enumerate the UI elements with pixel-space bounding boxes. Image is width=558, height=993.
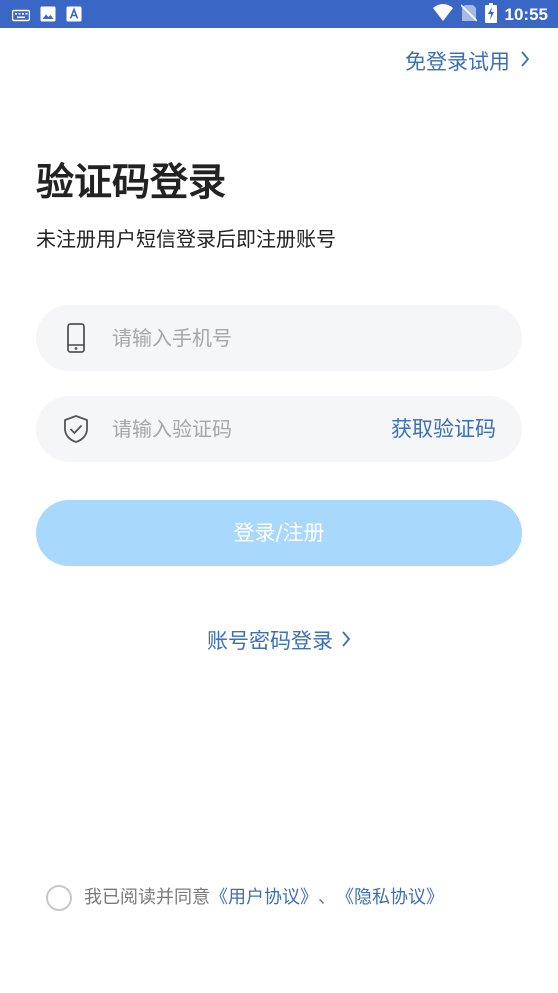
status-bar-time: 10:55 bbox=[504, 5, 548, 24]
text-a-icon bbox=[66, 6, 82, 26]
user-agreement-link[interactable]: 《用户协议》 bbox=[210, 884, 318, 912]
phone-icon bbox=[62, 323, 90, 353]
page-title: 验证码登录 bbox=[36, 160, 227, 204]
agreement-checkbox[interactable] bbox=[46, 885, 72, 911]
status-bar-system: 10:55 bbox=[432, 3, 548, 27]
status-bar-notifications bbox=[11, 6, 82, 26]
agreement-prefix: 我已阅读并同意 bbox=[84, 887, 210, 908]
wifi-icon bbox=[432, 4, 453, 26]
no-sim-icon bbox=[459, 4, 478, 26]
keyboard-icon bbox=[11, 7, 31, 26]
login-register-button[interactable]: 登录/注册 bbox=[36, 500, 522, 566]
image-icon bbox=[40, 6, 56, 26]
trial-without-login-link[interactable]: 免登录试用 bbox=[405, 46, 530, 76]
password-login-label: 账号密码登录 bbox=[207, 629, 333, 653]
page-subtitle: 未注册用户短信登录后即注册账号 bbox=[36, 227, 336, 251]
password-login-row: 账号密码登录 bbox=[0, 626, 558, 656]
verification-code-field: 获取验证码 bbox=[36, 396, 522, 462]
phone-field bbox=[36, 305, 522, 371]
chevron-right-icon bbox=[341, 626, 351, 656]
privacy-policy-link[interactable]: 《隐私协议》 bbox=[336, 884, 444, 912]
status-bar: 10:55 bbox=[0, 0, 558, 28]
agreement-row: 我已阅读并同意 《用户协议》 、 《隐私协议》 bbox=[46, 884, 444, 912]
get-code-button[interactable]: 获取验证码 bbox=[391, 414, 496, 444]
trial-link-label: 免登录试用 bbox=[405, 50, 510, 74]
agreement-separator: 、 bbox=[318, 887, 336, 908]
chevron-right-icon bbox=[520, 49, 530, 73]
shield-check-icon bbox=[62, 414, 90, 444]
password-login-link[interactable]: 账号密码登录 bbox=[207, 626, 351, 656]
verification-code-input[interactable] bbox=[112, 408, 362, 450]
battery-charging-icon bbox=[484, 3, 497, 27]
phone-input[interactable] bbox=[112, 317, 362, 359]
